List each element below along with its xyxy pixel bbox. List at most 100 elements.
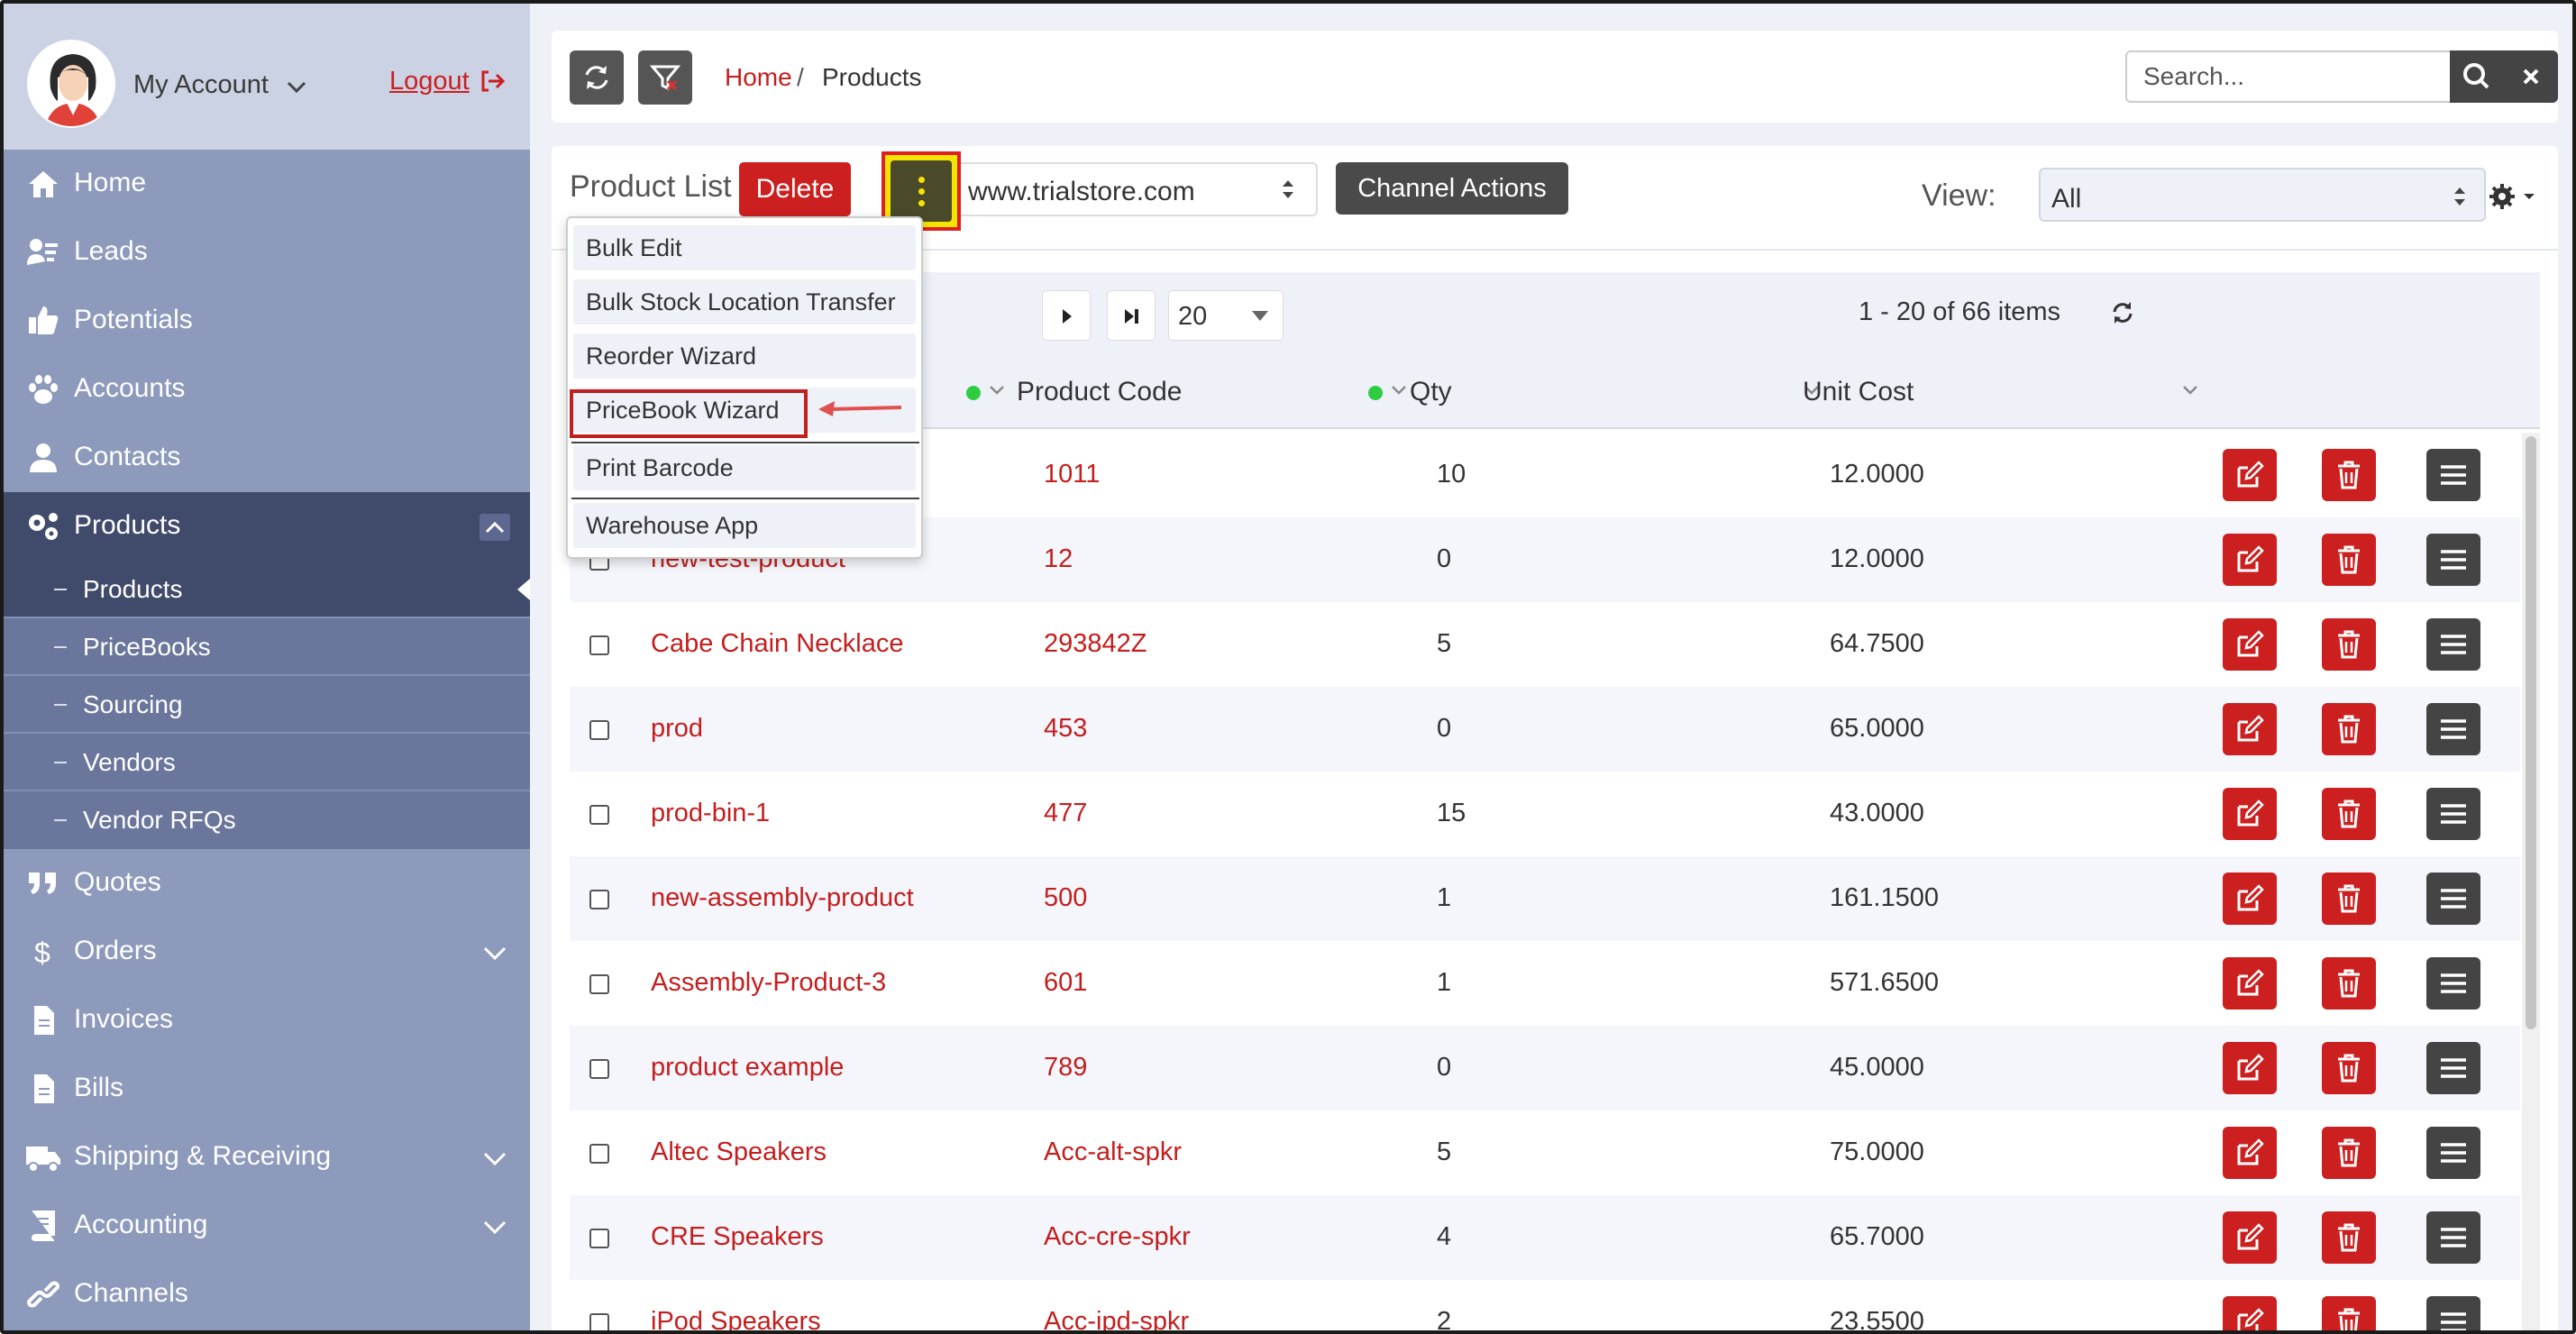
product-code-link[interactable]: 477 — [1044, 799, 1087, 828]
product-code-link[interactable]: 12 — [1044, 544, 1073, 574]
row-menu-button[interactable] — [2426, 703, 2480, 755]
refresh-icon[interactable] — [2109, 299, 2136, 326]
sidebar-item-potentials[interactable]: Potentials — [4, 287, 530, 355]
delete-row-button[interactable] — [2322, 534, 2376, 586]
chevron-down-icon[interactable] — [480, 939, 510, 966]
chevron-down-icon[interactable] — [287, 81, 306, 94]
table-row[interactable]: product example 789 0 45.0000 — [570, 1026, 2520, 1110]
row-menu-button[interactable] — [2426, 788, 2480, 840]
column-header-qty[interactable]: Qty — [1410, 377, 1452, 407]
refresh-button[interactable] — [570, 50, 624, 105]
sidebar-item-invoices[interactable]: Invoices — [4, 986, 530, 1055]
submenu-item-vendors[interactable]: Vendors — [4, 734, 530, 791]
sidebar-item-accounting[interactable]: Accounting — [4, 1192, 530, 1260]
sidebar-item-leads[interactable]: Leads — [4, 218, 530, 287]
menu-item-print-barcode[interactable]: Print Barcode — [573, 445, 916, 490]
product-code-link[interactable]: 601 — [1044, 968, 1087, 998]
search-button[interactable] — [2450, 50, 2504, 103]
sidebar-item-shipping[interactable]: Shipping & Receiving — [4, 1123, 530, 1192]
delete-row-button[interactable] — [2322, 703, 2376, 755]
account-name[interactable]: My Account — [133, 70, 269, 100]
sidebar-item-products[interactable]: Products — [4, 492, 530, 561]
column-header-product-code[interactable]: Product Code — [1017, 377, 1182, 407]
table-row[interactable]: CRE Speakers Acc-cre-spkr 4 65.7000 — [570, 1195, 2520, 1280]
edit-button[interactable] — [2223, 703, 2277, 755]
delete-row-button[interactable] — [2322, 957, 2376, 1010]
clear-search-button[interactable] — [2504, 50, 2558, 103]
row-menu-button[interactable] — [2426, 449, 2480, 501]
delete-row-button[interactable] — [2322, 1127, 2376, 1179]
row-menu-button[interactable] — [2426, 1127, 2480, 1179]
menu-item-warehouse-app[interactable]: Warehouse App — [573, 503, 916, 548]
row-menu-button[interactable] — [2426, 534, 2480, 586]
column-header-unit-cost[interactable]: Unit Cost — [1803, 377, 1914, 407]
edit-button[interactable] — [2223, 1211, 2277, 1264]
page-size-select[interactable]: 20 — [1168, 290, 1283, 341]
last-page-button[interactable] — [1107, 290, 1156, 341]
edit-button[interactable] — [2223, 618, 2277, 671]
delete-row-button[interactable] — [2322, 618, 2376, 671]
delete-row-button[interactable] — [2322, 873, 2376, 925]
logout-icon[interactable] — [478, 67, 507, 96]
row-checkbox[interactable] — [589, 720, 609, 740]
row-menu-button[interactable] — [2426, 873, 2480, 925]
row-checkbox[interactable] — [589, 1229, 609, 1248]
chevron-down-icon[interactable] — [2181, 384, 2199, 397]
gear-icon[interactable] — [2488, 180, 2542, 213]
submenu-item-vendor-rfqs[interactable]: Vendor RFQs — [4, 791, 530, 849]
product-code-link[interactable]: Acc-cre-spkr — [1044, 1222, 1191, 1252]
sidebar-item-channels[interactable]: Channels — [4, 1260, 530, 1329]
scrollbar-thumb[interactable] — [2526, 436, 2536, 1029]
view-select[interactable]: All — [2039, 168, 2486, 222]
product-name-link[interactable]: product example — [651, 1053, 844, 1083]
row-menu-button[interactable] — [2426, 618, 2480, 671]
product-name-link[interactable]: Altec Speakers — [651, 1138, 827, 1167]
product-name-link[interactable]: new-assembly-product — [651, 883, 914, 913]
scrollbar[interactable] — [2522, 433, 2540, 1330]
delete-button[interactable]: Delete — [739, 162, 851, 216]
chevron-down-icon[interactable] — [480, 1145, 510, 1172]
delete-row-button[interactable] — [2322, 788, 2376, 840]
breadcrumb-home[interactable]: Home — [725, 63, 792, 92]
product-name-link[interactable]: Assembly-Product-3 — [651, 968, 886, 998]
delete-row-button[interactable] — [2322, 1042, 2376, 1094]
menu-item-reorder-wizard[interactable]: Reorder Wizard — [573, 334, 916, 379]
menu-item-bulk-edit[interactable]: Bulk Edit — [573, 225, 916, 270]
product-name-link[interactable]: Cabe Chain Necklace — [651, 629, 903, 659]
table-row[interactable]: iPod Speakers Acc-ipd-spkr 2 23.5500 — [570, 1280, 2520, 1330]
row-menu-button[interactable] — [2426, 957, 2480, 1010]
menu-item-bulk-stock-location-transfer[interactable]: Bulk Stock Location Transfer — [573, 279, 916, 324]
table-row[interactable]: prod 453 0 65.0000 — [570, 687, 2520, 772]
table-row[interactable]: Assembly-Product-3 601 1 571.6500 — [570, 941, 2520, 1026]
chevron-down-icon[interactable] — [988, 384, 1006, 397]
row-menu-button[interactable] — [2426, 1296, 2480, 1330]
row-checkbox[interactable] — [589, 805, 609, 825]
channel-actions-button[interactable]: Channel Actions — [1336, 162, 1568, 215]
product-code-link[interactable]: 500 — [1044, 883, 1087, 913]
edit-button[interactable] — [2223, 1042, 2277, 1094]
product-code-link[interactable]: 789 — [1044, 1053, 1087, 1083]
sidebar-item-contacts[interactable]: Contacts — [4, 424, 530, 492]
product-name-link[interactable]: prod-bin-1 — [651, 799, 770, 828]
edit-button[interactable] — [2223, 1296, 2277, 1330]
next-page-button[interactable] — [1042, 290, 1091, 341]
chevron-up-icon[interactable] — [480, 514, 510, 541]
product-name-link[interactable]: CRE Speakers — [651, 1222, 824, 1252]
product-name-link[interactable]: iPod Speakers — [651, 1307, 821, 1330]
chevron-down-icon[interactable] — [480, 1213, 510, 1240]
row-menu-button[interactable] — [2426, 1211, 2480, 1264]
logout-link[interactable]: Logout — [389, 67, 470, 96]
search-input[interactable] — [2125, 50, 2452, 103]
edit-button[interactable] — [2223, 957, 2277, 1010]
product-code-link[interactable]: Acc-alt-spkr — [1044, 1138, 1182, 1167]
sidebar-item-quotes[interactable]: Quotes — [4, 849, 530, 918]
sidebar-item-bills[interactable]: Bills — [4, 1055, 530, 1123]
edit-button[interactable] — [2223, 873, 2277, 925]
product-code-link[interactable]: Acc-ipd-spkr — [1044, 1307, 1189, 1330]
clear-filter-button[interactable] — [638, 50, 692, 105]
sidebar-item-orders[interactable]: $ Orders — [4, 918, 530, 986]
row-checkbox[interactable] — [589, 1144, 609, 1164]
table-row[interactable]: Cabe Chain Necklace 293842Z 5 64.7500 — [570, 602, 2520, 687]
row-checkbox[interactable] — [589, 1313, 609, 1330]
submenu-item-products[interactable]: Products — [4, 561, 530, 618]
